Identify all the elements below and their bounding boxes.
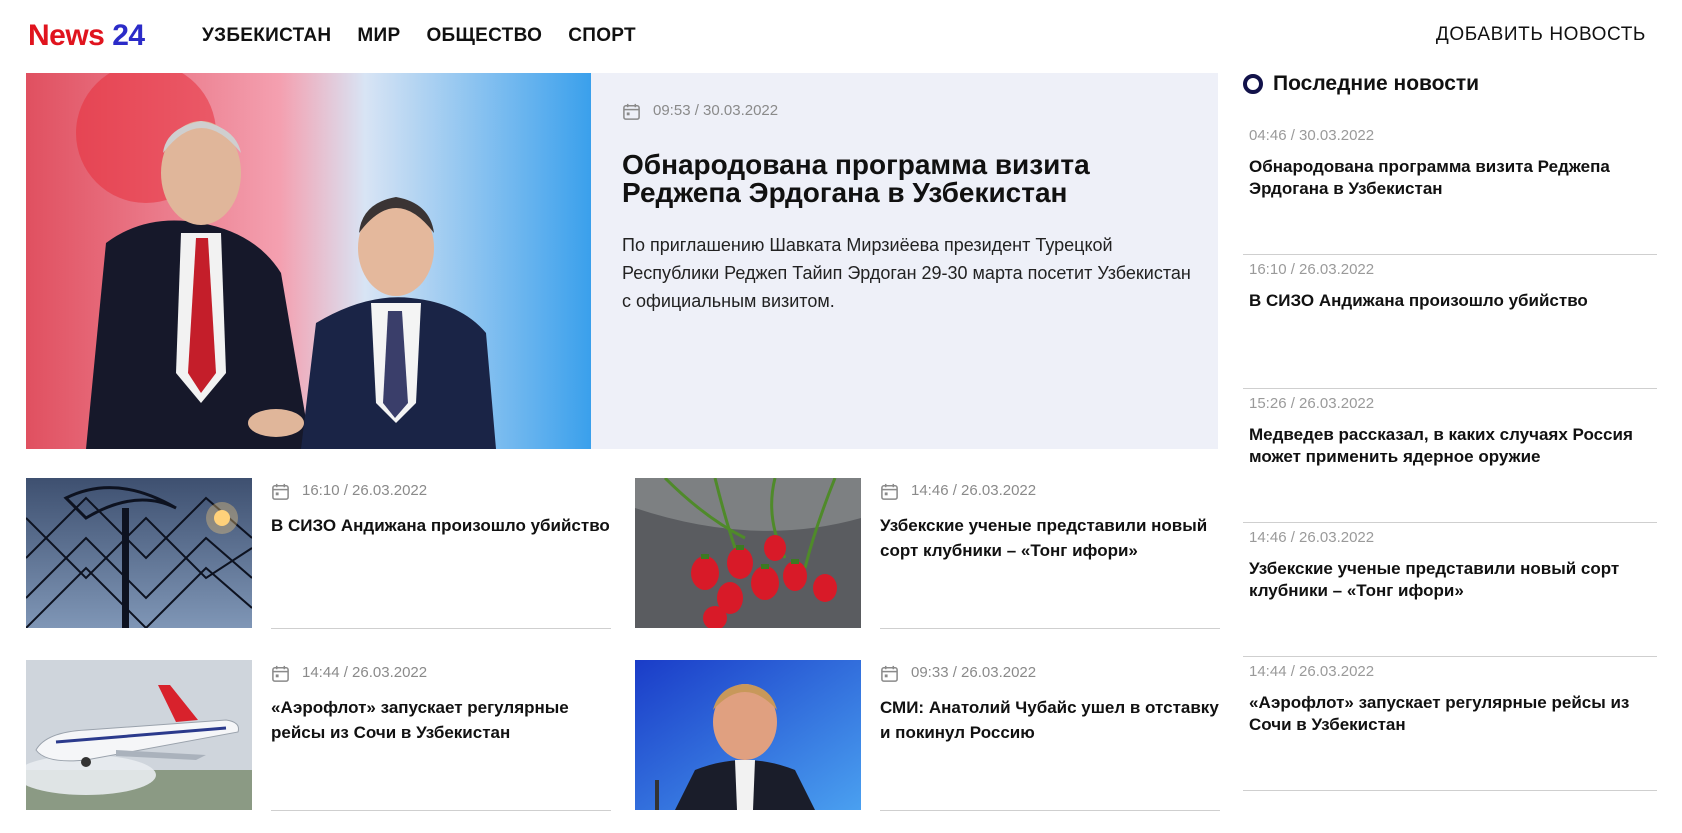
calendar-icon (272, 483, 289, 500)
airplane-photo-illustration (26, 660, 252, 810)
news-card-title[interactable]: Узбекские ученые представили новый сорт … (880, 513, 1220, 563)
sidebar-news-date: 15:26 / 26.03.2022 (1249, 395, 1375, 412)
news-card-body: 16:10 / 26.03.2022 В СИЗО Андижана произ… (271, 478, 611, 629)
sidebar-news-item[interactable]: 14:44 / 26.03.2022 «Аэрофлот» запускает … (1243, 657, 1657, 791)
sidebar-news-item[interactable]: 04:46 / 30.03.2022 Обнародована программ… (1243, 121, 1657, 255)
hero-image[interactable] (26, 73, 591, 449)
sidebar-news-date: 04:46 / 30.03.2022 (1249, 127, 1375, 144)
calendar-icon (881, 665, 898, 682)
site-header: News 24 УЗБЕКИСТАН МИР ОБЩЕСТВО СПОРТ ДО… (0, 0, 1682, 72)
logo-word: News (28, 19, 105, 52)
news-card-thumbnail[interactable] (26, 660, 252, 810)
sidebar-news-item[interactable]: 15:26 / 26.03.2022 Медведев рассказал, в… (1243, 389, 1657, 523)
news-card-body: 09:33 / 26.03.2022 СМИ: Анатолий Чубайс … (880, 660, 1220, 811)
ring-bullet-icon (1243, 74, 1263, 94)
sidebar-news-title[interactable]: Обнародована программа визита Реджепа Эр… (1249, 156, 1657, 200)
nav-item-world[interactable]: МИР (357, 24, 400, 48)
news-card-thumbnail[interactable] (26, 478, 252, 628)
latest-news-sidebar: Последние новости 04:46 / 30.03.2022 Обн… (1243, 72, 1657, 791)
news-card-date-row: 09:33 / 26.03.2022 (880, 663, 1220, 683)
news-card-date: 09:33 / 26.03.2022 (911, 664, 1037, 681)
sidebar-news-title[interactable]: Узбекские ученые представили новый сорт … (1249, 558, 1657, 602)
news-card[interactable]: 14:44 / 26.03.2022 «Аэрофлот» запускает … (26, 660, 618, 811)
sidebar-news-title[interactable]: В СИЗО Андижана произошло убийство (1249, 290, 1657, 312)
news-card-body: 14:44 / 26.03.2022 «Аэрофлот» запускает … (271, 660, 611, 811)
hero-text: 09:53 / 30.03.2022 Обнародована программ… (622, 101, 1202, 315)
news-card-thumbnail[interactable] (635, 660, 861, 810)
portrait-photo-illustration (635, 660, 861, 810)
sidebar-news-title[interactable]: «Аэрофлот» запускает регулярные рейсы из… (1249, 692, 1657, 736)
nav-item-society[interactable]: ОБЩЕСТВО (426, 24, 542, 48)
news-card-date: 16:10 / 26.03.2022 (302, 482, 428, 499)
sidebar-news-date: 14:46 / 26.03.2022 (1249, 529, 1375, 546)
main-nav: УЗБЕКИСТАН МИР ОБЩЕСТВО СПОРТ (202, 24, 636, 48)
news-card-date: 14:46 / 26.03.2022 (911, 482, 1037, 499)
calendar-icon (623, 103, 640, 120)
nav-item-uzbekistan[interactable]: УЗБЕКИСТАН (202, 24, 331, 48)
hero-article[interactable]: 09:53 / 30.03.2022 Обнародована программ… (26, 73, 1218, 449)
sidebar-news-item[interactable]: 14:46 / 26.03.2022 Узбекские ученые пред… (1243, 523, 1657, 657)
news-card-title[interactable]: «Аэрофлот» запускает регулярные рейсы из… (271, 695, 611, 745)
hero-lead: По приглашению Шавката Мирзиёева президе… (622, 235, 1191, 311)
news-card-date-row: 16:10 / 26.03.2022 (271, 481, 611, 501)
sidebar-list: 04:46 / 30.03.2022 Обнародована программ… (1243, 121, 1657, 791)
sidebar-news-date: 14:44 / 26.03.2022 (1249, 663, 1375, 680)
site-logo[interactable]: News 24 (28, 18, 145, 54)
news-card-date-row: 14:44 / 26.03.2022 (271, 663, 611, 683)
logo-number: 24 (112, 19, 145, 52)
news-card-thumbnail[interactable] (635, 478, 861, 628)
sidebar-news-item[interactable]: 16:10 / 26.03.2022 В СИЗО Андижана произ… (1243, 255, 1657, 389)
calendar-icon (272, 665, 289, 682)
strawberry-photo-illustration (635, 478, 861, 628)
sidebar-news-title[interactable]: Медведев рассказал, в каких случаях Росс… (1249, 424, 1657, 468)
sidebar-header: Последние новости (1243, 72, 1657, 96)
hero-date: 09:53 / 30.03.2022 (653, 102, 779, 119)
news-card[interactable]: 09:33 / 26.03.2022 СМИ: Анатолий Чубайс … (635, 660, 1227, 811)
fence-photo-illustration (26, 478, 252, 628)
hero-photo-illustration (26, 73, 591, 449)
news-card-title[interactable]: В СИЗО Андижана произошло убийство (271, 513, 611, 538)
news-card-body: 14:46 / 26.03.2022 Узбекские ученые пред… (880, 478, 1220, 629)
hero-date-row: 09:53 / 30.03.2022 (622, 101, 1202, 121)
news-card-title[interactable]: СМИ: Анатолий Чубайс ушел в отставку и п… (880, 695, 1220, 745)
news-card[interactable]: 14:46 / 26.03.2022 Узбекские ученые пред… (635, 478, 1227, 629)
news-card[interactable]: 16:10 / 26.03.2022 В СИЗО Андижана произ… (26, 478, 618, 629)
news-card-date: 14:44 / 26.03.2022 (302, 664, 428, 681)
add-news-link[interactable]: ДОБАВИТЬ НОВОСТЬ (1436, 23, 1646, 47)
hero-title[interactable]: Обнародована программа визита Реджепа Эр… (622, 151, 1202, 207)
sidebar-title: Последние новости (1273, 72, 1480, 95)
news-card-date-row: 14:46 / 26.03.2022 (880, 481, 1220, 501)
calendar-icon (881, 483, 898, 500)
sidebar-news-date: 16:10 / 26.03.2022 (1249, 261, 1375, 278)
nav-item-sport[interactable]: СПОРТ (568, 24, 636, 48)
